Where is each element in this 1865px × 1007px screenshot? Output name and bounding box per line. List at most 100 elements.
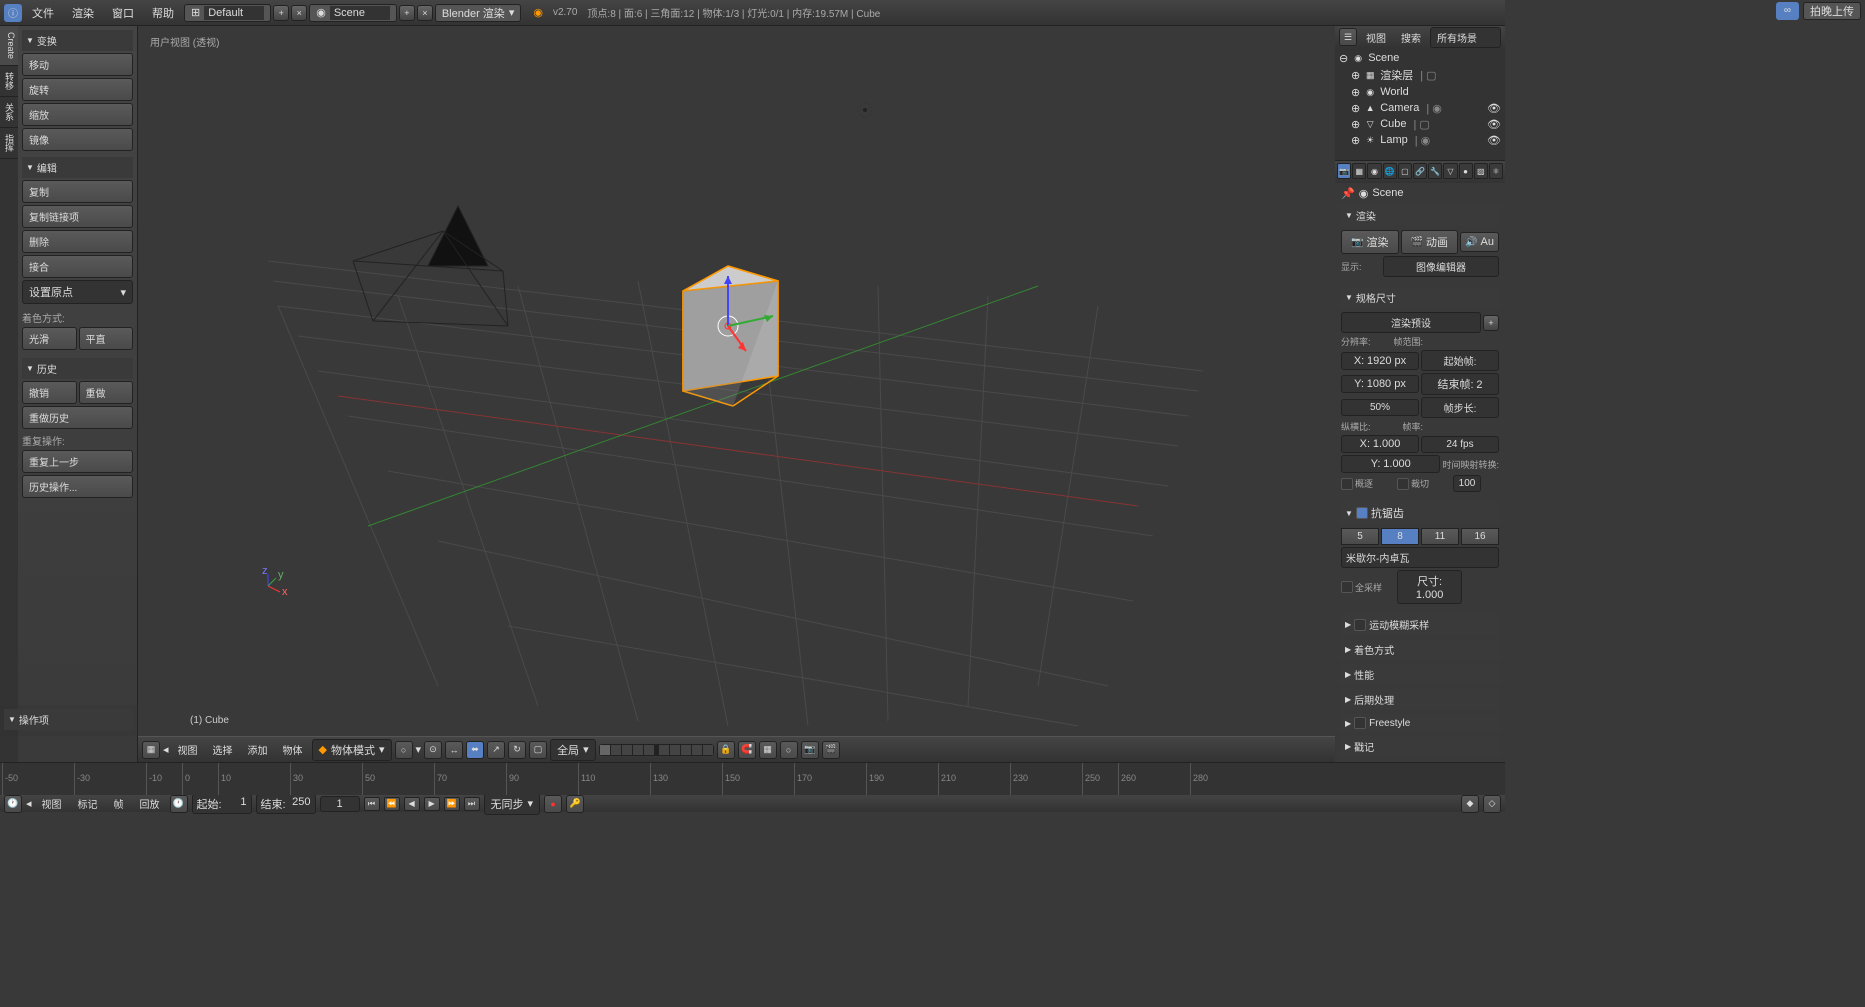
outliner-search[interactable]: 搜索: [1395, 28, 1427, 47]
frame-step-field[interactable]: 帧步长:: [1421, 397, 1499, 418]
proportional-icon[interactable]: ○: [780, 741, 798, 759]
jump-start-icon[interactable]: ⏮: [364, 797, 380, 811]
editor-type-icon[interactable]: ▦: [142, 741, 160, 759]
aa-check[interactable]: [1356, 507, 1368, 519]
timeline[interactable]: -50-30-100103050709011013015017019021023…: [0, 762, 1505, 794]
res-y-field[interactable]: Y: 1080 px: [1341, 375, 1419, 393]
tab-material-icon[interactable]: ●: [1459, 163, 1473, 179]
tab-create[interactable]: Create: [0, 26, 18, 66]
render-button[interactable]: 📷渲染: [1341, 230, 1399, 254]
preset-add-icon[interactable]: +: [1483, 315, 1499, 331]
outliner-view[interactable]: 视图: [1360, 28, 1392, 47]
display-dropdown[interactable]: 图像编辑器: [1383, 256, 1499, 277]
scale-button[interactable]: 缩放: [22, 103, 133, 126]
rotate-button[interactable]: 旋转: [22, 78, 133, 101]
copy-button[interactable]: 复制: [22, 180, 133, 203]
tab-modifier-icon[interactable]: 🔧: [1428, 163, 1442, 179]
repeat-last-button[interactable]: 重复上一步: [22, 450, 133, 473]
panel-history-hdr[interactable]: 历史: [22, 358, 133, 379]
dimensions-panel-hdr[interactable]: 规格尺寸: [1339, 287, 1501, 308]
frame-end-field[interactable]: 结束帧: 2: [1421, 373, 1499, 395]
tab-scene-icon[interactable]: ◉: [1367, 163, 1381, 179]
tab-render-icon[interactable]: 📷: [1337, 163, 1351, 179]
key-insert-icon[interactable]: ◆: [1461, 795, 1479, 813]
tree-item-lamp[interactable]: ⊕☀Lamp| ◉👁: [1337, 132, 1503, 148]
flat-button[interactable]: 平直: [79, 327, 134, 350]
layout-del[interactable]: ×: [291, 5, 307, 21]
tl-view[interactable]: 视图: [36, 794, 68, 813]
key-delete-icon[interactable]: ◇: [1483, 795, 1501, 813]
layers-widget[interactable]: [599, 744, 714, 756]
redo-history-button[interactable]: 重做历史: [22, 406, 133, 429]
panel-hdr-着色方式[interactable]: 着色方式: [1339, 639, 1501, 660]
tree-item-scene[interactable]: ⊖◉Scene: [1337, 50, 1503, 66]
keying-set-icon[interactable]: 🔑: [566, 795, 584, 813]
sync-icon[interactable]: ∞: [1776, 2, 1799, 20]
layout-add[interactable]: +: [273, 5, 289, 21]
layout-selector[interactable]: ⊞ Default: [184, 4, 271, 22]
vp-menu-object[interactable]: 物体: [277, 740, 309, 759]
engine-selector[interactable]: Blender 渲染 ▾: [435, 4, 522, 22]
clapper-icon[interactable]: 🎬: [822, 741, 840, 759]
mirror-button[interactable]: 镜像: [22, 128, 133, 151]
scene-del[interactable]: ×: [417, 5, 433, 21]
aa-panel-hdr[interactable]: 抗锯齿: [1339, 502, 1501, 524]
border-check[interactable]: [1341, 478, 1353, 490]
audio-button[interactable]: 🔊Au: [1460, 232, 1499, 252]
tab-command[interactable]: 指挥: [0, 128, 18, 159]
tree-item-cube[interactable]: ⊕▽Cube| ▢👁: [1337, 116, 1503, 132]
mode-selector[interactable]: ◆物体模式▾: [312, 739, 392, 761]
res-x-field[interactable]: X: 1920 px: [1341, 352, 1419, 370]
sync-dropdown[interactable]: 无同步▾: [484, 793, 541, 815]
render-preset-dropdown[interactable]: 渲染预设: [1341, 312, 1481, 333]
upload-button[interactable]: 拍晚上传: [1803, 2, 1861, 20]
scene-name[interactable]: Scene: [330, 6, 390, 20]
menu-render[interactable]: 渲染: [64, 2, 102, 24]
outliner-filter[interactable]: 所有场景: [1430, 27, 1501, 48]
outliner-editor-icon[interactable]: ☰: [1339, 28, 1357, 46]
tree-item-渲染层[interactable]: ⊕▦渲染层| ▢: [1337, 66, 1503, 84]
app-icon[interactable]: ⓘ: [4, 4, 22, 22]
chevron-icon[interactable]: ◂: [163, 743, 169, 756]
menu-window[interactable]: 窗口: [104, 2, 142, 24]
res-pct-field[interactable]: 50%: [1341, 399, 1419, 416]
vp-menu-add[interactable]: 添加: [242, 740, 274, 759]
vp-menu-view[interactable]: 视图: [172, 740, 204, 759]
scene-selector[interactable]: ◉ Scene: [309, 4, 397, 22]
panel-edit-hdr[interactable]: 编辑: [22, 157, 133, 178]
smooth-button[interactable]: 光滑: [22, 327, 77, 350]
pivot-icon[interactable]: ⊙: [424, 741, 442, 759]
tree-item-world[interactable]: ⊕◉World: [1337, 84, 1503, 100]
current-frame-field[interactable]: 1: [320, 796, 360, 812]
move-button[interactable]: 移动: [22, 53, 133, 76]
lock-icon[interactable]: 🔒: [717, 741, 735, 759]
vp-menu-select[interactable]: 选择: [207, 740, 239, 759]
scale-manip-icon[interactable]: ▢: [529, 741, 547, 759]
redo-button[interactable]: 重做: [79, 381, 134, 404]
pin-icon[interactable]: 📌: [1341, 187, 1355, 200]
tab-data-icon[interactable]: ▽: [1443, 163, 1457, 179]
preview-range-icon[interactable]: 🕐: [170, 795, 188, 813]
menu-help[interactable]: 帮助: [144, 2, 182, 24]
tl-playback[interactable]: 回放: [134, 794, 166, 813]
panel-hdr-戳记[interactable]: 戳记: [1339, 736, 1501, 757]
aa-sample-11[interactable]: 11: [1421, 528, 1459, 545]
full-sample-check[interactable]: [1341, 581, 1353, 593]
aa-sample-5[interactable]: 5: [1341, 528, 1379, 545]
play-reverse-icon[interactable]: ◀: [404, 797, 420, 811]
translate-manip-icon[interactable]: ↗: [487, 741, 505, 759]
menu-file[interactable]: 文件: [24, 2, 62, 24]
orientation-selector[interactable]: 全局▾: [550, 739, 596, 761]
tab-constraint-icon[interactable]: 🔗: [1413, 163, 1427, 179]
autokey-icon[interactable]: ●: [544, 795, 562, 813]
delete-button[interactable]: 删除: [22, 230, 133, 253]
history-menu-button[interactable]: 历史操作...: [22, 475, 133, 498]
tree-item-camera[interactable]: ⊕▲Camera| ◉👁: [1337, 100, 1503, 116]
aa-sample-8[interactable]: 8: [1381, 528, 1419, 545]
jump-end-icon[interactable]: ⏭: [464, 797, 480, 811]
end-frame-field[interactable]: 结束:250: [256, 794, 316, 814]
prev-keyframe-icon[interactable]: ⏪: [384, 797, 400, 811]
tab-relations[interactable]: 关系: [0, 97, 18, 128]
3d-viewport[interactable]: 用户视图 (透视): [138, 26, 1335, 762]
fps-field[interactable]: 24 fps: [1421, 436, 1499, 453]
